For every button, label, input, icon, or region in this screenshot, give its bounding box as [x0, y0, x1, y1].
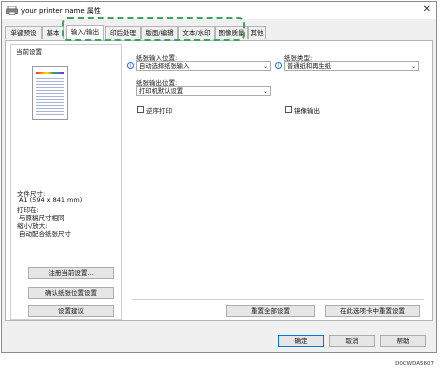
ok-button[interactable]: 确定 [278, 335, 324, 347]
tab-finishing[interactable]: 印后处理 [105, 26, 141, 39]
reverse-order-checkbox[interactable] [137, 106, 144, 113]
title-bar: your printer name 属性 ✕ [2, 2, 436, 19]
chevron-down-icon: ⌄ [262, 88, 268, 95]
figure-code: D0CWDA5607 [395, 361, 434, 367]
reverse-order-label: 逆序打印 [146, 107, 172, 115]
cancel-button[interactable]: 取消 [329, 335, 375, 347]
printer-icon [6, 6, 18, 15]
tab-basic[interactable]: 基本 [42, 26, 64, 39]
mirror-output-label: 镜像输出 [294, 107, 320, 115]
info-icon: i [275, 62, 282, 69]
window-title: your printer name 属性 [21, 7, 101, 15]
paper-type-value: 普通纸和再生纸 [287, 63, 332, 70]
register-current-settings-button[interactable]: 注册当前设置... [28, 267, 114, 279]
help-button[interactable]: 帮助 [380, 335, 426, 347]
reset-tab-settings-button[interactable]: 在此选项卡中重置设置 [325, 305, 420, 317]
mirror-output-checkbox[interactable] [285, 106, 292, 113]
tab-strip: 单键预设 基本 输入/输出 印后处理 版面/编辑 文本/水印 图像质量 其他 [5, 25, 435, 40]
divider [132, 299, 424, 300]
confirm-tray-settings-button[interactable]: 确认纸张位置设置 [28, 287, 114, 299]
paper-size-value: A1 (594 x 841 mm) [19, 196, 83, 204]
close-icon[interactable]: ✕ [423, 4, 431, 15]
reset-all-settings-button[interactable]: 重置全部设置 [226, 305, 315, 317]
input-tray-value: 自动选择纸张输入 [139, 63, 190, 70]
output-tray-select[interactable]: 打印机默认设置 ⌄ [136, 86, 271, 96]
preview-color-band [36, 72, 64, 74]
tab-layout-edit[interactable]: 版面/编辑 [141, 26, 178, 39]
tab-text-watermark[interactable]: 文本/水印 [178, 26, 215, 39]
paper-type-select[interactable]: 普通纸和再生纸 ⌄ [284, 61, 419, 71]
tab-one-touch-preset[interactable]: 单键预设 [5, 26, 42, 39]
tab-input-output[interactable]: 输入/输出 [66, 25, 104, 40]
settings-suggestion-button[interactable]: 设置建议 [28, 305, 114, 317]
info-icon: i [127, 62, 134, 69]
chevron-down-icon: ⌄ [410, 63, 416, 70]
reduce-enlarge-value: 自动配合纸张尺寸 [19, 230, 71, 238]
current-settings-label: 当前设置 [16, 48, 42, 56]
tab-other[interactable]: 其他 [248, 26, 266, 39]
tab-image-quality[interactable]: 图像质量 [215, 26, 248, 39]
input-tray-select[interactable]: 自动选择纸张输入 ⌄ [136, 61, 271, 71]
chevron-down-icon: ⌄ [262, 63, 268, 70]
page-preview [32, 66, 68, 120]
output-tray-value: 打印机默认设置 [139, 88, 184, 95]
